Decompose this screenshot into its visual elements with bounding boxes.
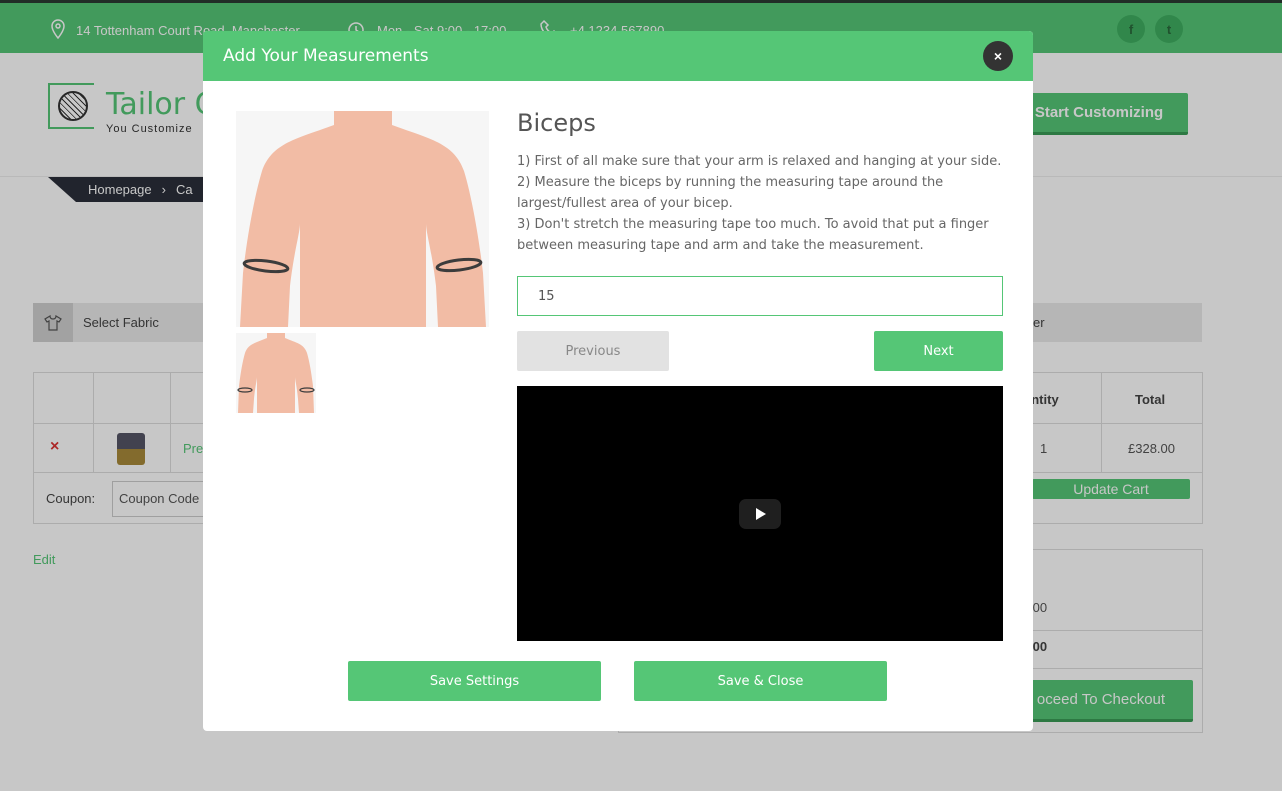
instruction-2: 2) Measure the biceps by running the mea… — [517, 175, 944, 211]
play-icon[interactable] — [739, 499, 781, 529]
measurements-modal: Add Your Measurements × Biceps 1) First … — [203, 31, 1033, 731]
modal-title: Add Your Measurements — [223, 46, 429, 66]
instruction-3: 3) Don't stretch the measuring tape too … — [517, 217, 989, 253]
measurement-instructions: 1) First of all make sure that your arm … — [517, 151, 1007, 256]
previous-button[interactable]: Previous — [517, 331, 669, 371]
save-settings-button[interactable]: Save Settings — [348, 661, 601, 701]
measurement-input[interactable] — [517, 276, 1003, 316]
biceps-measurement-image — [236, 111, 489, 327]
close-icon[interactable]: × — [983, 41, 1013, 71]
next-button[interactable]: Next — [874, 331, 1003, 371]
instruction-video[interactable] — [517, 386, 1003, 641]
measurement-title: Biceps — [517, 109, 596, 137]
modal-header: Add Your Measurements × — [203, 31, 1033, 81]
biceps-thumbnail[interactable] — [236, 333, 316, 413]
save-close-button[interactable]: Save & Close — [634, 661, 887, 701]
instruction-1: 1) First of all make sure that your arm … — [517, 154, 1002, 169]
